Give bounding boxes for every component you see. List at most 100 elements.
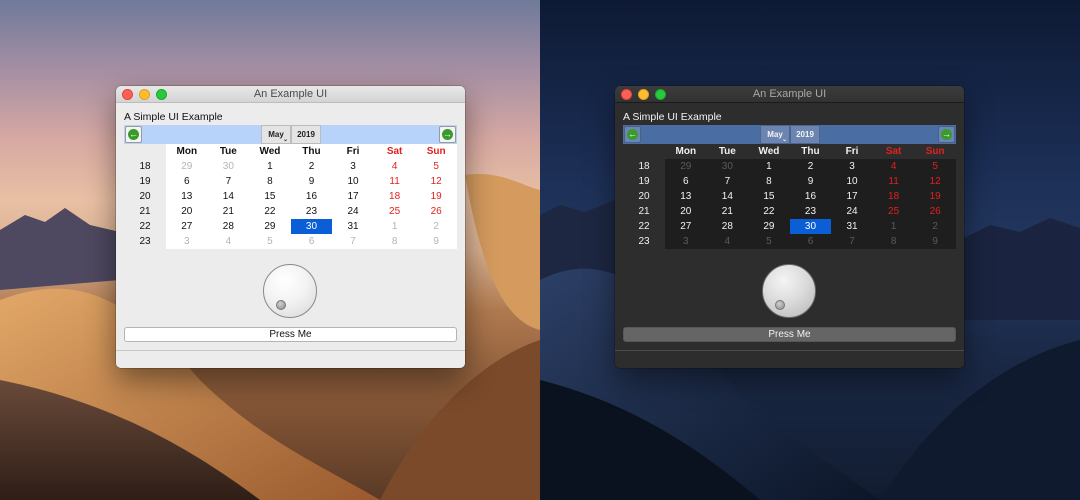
day-cell[interactable]: 6 — [166, 174, 208, 189]
day-cell[interactable]: 12 — [914, 174, 956, 189]
day-cell[interactable]: 29 — [249, 219, 291, 234]
day-cell[interactable]: 7 — [332, 234, 374, 249]
day-cell[interactable]: 29 — [166, 159, 208, 174]
day-cell[interactable]: 2 — [914, 219, 956, 234]
day-cell[interactable]: 27 — [166, 219, 208, 234]
day-cell[interactable]: 4 — [207, 234, 250, 249]
day-cell[interactable]: 22 — [249, 204, 291, 219]
day-cell[interactable]: 31 — [831, 219, 873, 234]
minimize-icon[interactable] — [638, 89, 649, 100]
day-cell[interactable]: 14 — [706, 189, 749, 204]
day-cell[interactable]: 21 — [706, 204, 749, 219]
next-month-button[interactable]: → — [439, 126, 456, 143]
next-month-button[interactable]: → — [938, 126, 955, 143]
day-cell[interactable]: 17 — [831, 189, 873, 204]
day-cell[interactable]: 4 — [872, 159, 915, 174]
prev-month-button[interactable]: ← — [125, 126, 142, 143]
day-cell[interactable]: 1 — [373, 219, 416, 234]
day-cell[interactable]: 23 — [290, 204, 333, 219]
day-cell[interactable]: 6 — [789, 234, 832, 249]
day-cell-selected[interactable]: 30 — [290, 219, 333, 234]
day-cell[interactable]: 25 — [872, 204, 915, 219]
day-cell[interactable]: 7 — [207, 174, 250, 189]
month-selector[interactable]: May ⌄ — [261, 125, 291, 144]
day-cell[interactable]: 13 — [665, 189, 707, 204]
day-cell[interactable]: 7 — [706, 174, 749, 189]
day-cell[interactable]: 8 — [249, 174, 291, 189]
day-cell[interactable]: 19 — [914, 189, 956, 204]
day-cell[interactable]: 8 — [872, 234, 915, 249]
day-cell[interactable]: 10 — [332, 174, 374, 189]
day-cell[interactable]: 20 — [166, 204, 208, 219]
day-cell[interactable]: 3 — [831, 159, 873, 174]
day-cell[interactable]: 1 — [249, 159, 291, 174]
day-cell[interactable]: 20 — [665, 204, 707, 219]
day-cell[interactable]: 16 — [290, 189, 333, 204]
day-cell[interactable]: 5 — [415, 159, 457, 174]
day-cell[interactable]: 19 — [415, 189, 457, 204]
day-cell[interactable]: 12 — [415, 174, 457, 189]
day-cell[interactable]: 5 — [748, 234, 790, 249]
day-cell[interactable]: 2 — [290, 159, 333, 174]
day-cell[interactable]: 11 — [872, 174, 915, 189]
day-cell[interactable]: 7 — [831, 234, 873, 249]
day-cell[interactable]: 6 — [665, 174, 707, 189]
close-icon[interactable] — [122, 89, 133, 100]
day-cell[interactable]: 10 — [831, 174, 873, 189]
day-cell[interactable]: 2 — [789, 159, 832, 174]
dial-knob[interactable] — [762, 264, 816, 318]
day-cell[interactable]: 30 — [706, 159, 749, 174]
day-cell[interactable]: 26 — [415, 204, 457, 219]
day-cell[interactable]: 15 — [249, 189, 291, 204]
day-cell[interactable]: 21 — [207, 204, 250, 219]
day-cell[interactable]: 29 — [748, 219, 790, 234]
day-cell[interactable]: 9 — [914, 234, 956, 249]
press-me-button[interactable]: Press Me — [124, 327, 457, 342]
day-cell[interactable]: 17 — [332, 189, 374, 204]
day-cell[interactable]: 6 — [290, 234, 333, 249]
year-selector[interactable]: 2019 — [790, 125, 820, 144]
titlebar[interactable]: An Example UI — [116, 86, 465, 103]
maximize-icon[interactable] — [655, 89, 666, 100]
day-cell[interactable]: 30 — [207, 159, 250, 174]
maximize-icon[interactable] — [156, 89, 167, 100]
day-cell[interactable]: 9 — [290, 174, 333, 189]
dial-knob[interactable] — [263, 264, 317, 318]
day-cell[interactable]: 22 — [748, 204, 790, 219]
day-cell[interactable]: 28 — [706, 219, 749, 234]
day-cell[interactable]: 8 — [748, 174, 790, 189]
day-cell[interactable]: 24 — [332, 204, 374, 219]
day-cell[interactable]: 3 — [332, 159, 374, 174]
day-cell[interactable]: 8 — [373, 234, 416, 249]
day-cell[interactable]: 5 — [249, 234, 291, 249]
day-cell[interactable]: 9 — [789, 174, 832, 189]
minimize-icon[interactable] — [139, 89, 150, 100]
day-cell[interactable]: 28 — [207, 219, 250, 234]
day-cell[interactable]: 16 — [789, 189, 832, 204]
titlebar[interactable]: An Example UI — [615, 86, 964, 103]
day-cell[interactable]: 18 — [872, 189, 915, 204]
day-cell[interactable]: 3 — [665, 234, 707, 249]
day-cell[interactable]: 13 — [166, 189, 208, 204]
day-cell[interactable]: 3 — [166, 234, 208, 249]
day-cell[interactable]: 29 — [665, 159, 707, 174]
day-cell[interactable]: 27 — [665, 219, 707, 234]
day-cell[interactable]: 1 — [872, 219, 915, 234]
prev-month-button[interactable]: ← — [624, 126, 641, 143]
day-cell[interactable]: 31 — [332, 219, 374, 234]
day-cell[interactable]: 2 — [415, 219, 457, 234]
day-cell[interactable]: 5 — [914, 159, 956, 174]
day-cell[interactable]: 4 — [706, 234, 749, 249]
year-selector[interactable]: 2019 — [291, 125, 321, 144]
day-cell[interactable]: 1 — [748, 159, 790, 174]
day-cell[interactable]: 4 — [373, 159, 416, 174]
day-cell[interactable]: 9 — [415, 234, 457, 249]
press-me-button[interactable]: Press Me — [623, 327, 956, 342]
day-cell-selected[interactable]: 30 — [789, 219, 832, 234]
day-cell[interactable]: 24 — [831, 204, 873, 219]
month-selector[interactable]: May ⌄ — [760, 125, 790, 144]
day-cell[interactable]: 14 — [207, 189, 250, 204]
close-icon[interactable] — [621, 89, 632, 100]
day-cell[interactable]: 23 — [789, 204, 832, 219]
day-cell[interactable]: 26 — [914, 204, 956, 219]
